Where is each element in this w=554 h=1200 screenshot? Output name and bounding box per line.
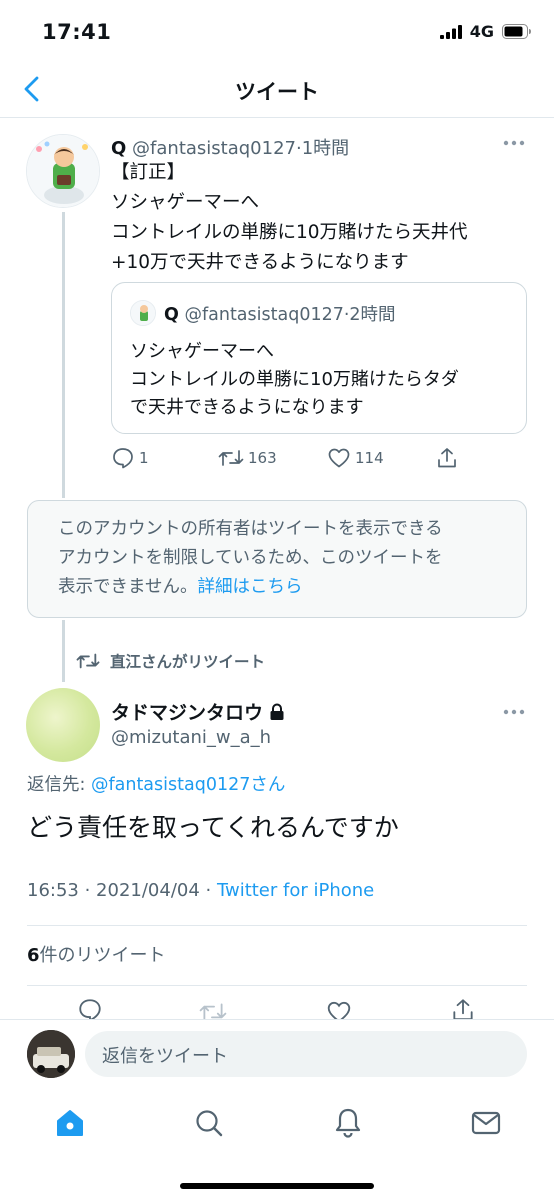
user-handle[interactable]: @fantasistaq0127 (132, 138, 296, 159)
quoted-line: で天井できるようになります (130, 397, 364, 418)
more-options-icon[interactable] (503, 139, 525, 147)
main-tweet-text: どう責任を取ってくれるんですか (27, 813, 399, 842)
divider (27, 925, 527, 926)
notice-line: 表示できません。 (58, 577, 198, 597)
like-count: 114 (355, 449, 384, 467)
tweet-line: ソシャゲーマーへ (111, 192, 260, 213)
share-icon[interactable] (435, 446, 459, 470)
more-options-icon[interactable] (503, 708, 525, 716)
quoted-line: コントレイルの単勝に10万賭けたらタダ (130, 369, 459, 390)
page-title: ツイート (235, 80, 319, 104)
retweet-stat-count: 6 (27, 945, 40, 966)
avatar-illustration (27, 1030, 75, 1078)
heart-icon[interactable] (326, 999, 352, 1019)
reply-icon (113, 448, 133, 469)
thread-line (62, 620, 65, 682)
avatar[interactable] (26, 688, 100, 762)
home-icon[interactable] (55, 1108, 85, 1138)
notice-line: このアカウントの所有者はツイートを表示できる (58, 519, 443, 539)
retweet-count: 163 (248, 449, 277, 467)
notice-line: アカウントを制限しているため、このツイートを (58, 548, 443, 568)
retweet-icon (76, 653, 100, 669)
quoted-handle: @fantasistaq0127 (184, 305, 344, 325)
reply-button[interactable]: 1 (111, 446, 149, 470)
messages-mail-icon[interactable] (471, 1109, 501, 1137)
quoted-tweet[interactable]: Q @fantasistaq0127·2時間 ソシャゲーマーへ コントレイルの単… (111, 282, 527, 434)
my-avatar[interactable] (27, 1030, 75, 1078)
retweeted-by-label: 直江さんがリツイート (110, 653, 266, 671)
retweet-stat-label: 件のリツイート (39, 945, 166, 966)
status-time: 17:41 (42, 20, 112, 44)
tweet-meta: 16:53 · 2021/04/04 · Twitter for iPhone (27, 880, 374, 901)
tweet-source-link[interactable]: Twitter for iPhone (217, 880, 374, 901)
search-icon[interactable] (194, 1108, 224, 1138)
user-handle[interactable]: @mizutani_w_a_h (111, 727, 271, 748)
tweet-line: +10万で天井できるようになります (111, 252, 409, 273)
reply-icon[interactable] (77, 997, 103, 1019)
signal-icon (439, 24, 462, 39)
battery-icon (502, 24, 531, 39)
reply-input[interactable]: 返信をツイート (85, 1031, 527, 1077)
status-indicators: 4G (439, 22, 532, 41)
home-indicator (180, 1183, 374, 1189)
quoted-header: Q @fantasistaq0127·2時間 (164, 301, 396, 326)
main-tweet-name-row: タドマジンタロウ (111, 698, 285, 725)
tweet-line: 【訂正】 (111, 162, 186, 183)
quoted-line: ソシャゲーマーへ (130, 341, 274, 362)
quoted-time: ·2時間 (343, 305, 396, 325)
lock-icon (270, 703, 284, 720)
avatar[interactable] (26, 134, 100, 208)
retweet-icon (199, 1003, 227, 1019)
tweet-line: コントレイルの単勝に10万賭けたら天井代 (111, 222, 468, 243)
quoted-display-name: Q (164, 305, 179, 325)
tweet-date: 16:53 · 2021/04/04 · (27, 880, 217, 901)
tweet-text: 【訂正】 ソシャゲーマーへ コントレイルの単勝に10万賭けたら天井代 +10万で… (111, 158, 527, 278)
display-name[interactable]: タドマジンタロウ (111, 698, 263, 725)
nav-header: ツイート (0, 64, 554, 118)
reply-count: 1 (139, 449, 149, 467)
main-tweet-actions (0, 995, 554, 1019)
retweet-icon (218, 450, 244, 466)
reply-to-link[interactable]: @fantasistaq0127さん (91, 775, 285, 795)
reply-prefix: 返信先: (27, 775, 91, 795)
share-icon[interactable] (450, 997, 476, 1019)
quoted-avatar (130, 300, 156, 326)
retweet-stats[interactable]: 6件のリツイート (27, 941, 166, 967)
tweet-header: Q @fantasistaq0127·1時間 (111, 134, 349, 160)
status-bar: 17:41 4G (0, 0, 554, 64)
learn-more-link[interactable]: 詳細はこちら (197, 577, 302, 597)
retweet-button[interactable]: 163 (218, 446, 277, 470)
tweet-time: ·1時間 (296, 138, 350, 159)
heart-icon (328, 448, 350, 468)
unavailable-tweet-notice: このアカウントの所有者はツイートを表示できる アカウントを制限しているため、この… (27, 500, 527, 618)
avatar-illustration (27, 135, 99, 207)
thread-line (62, 212, 65, 498)
like-button[interactable]: 114 (327, 446, 384, 470)
divider (27, 985, 527, 986)
reply-context: 返信先: @fantasistaq0127さん (27, 771, 285, 796)
notifications-bell-icon[interactable] (333, 1107, 363, 1139)
retweeted-by: 直江さんがリツイート (76, 650, 265, 672)
quoted-text: ソシャゲーマーへ コントレイルの単勝に10万賭けたらタダ で天井できるようになり… (130, 338, 520, 422)
display-name[interactable]: Q (111, 138, 126, 159)
reply-composer: 返信をツイート (0, 1019, 554, 1091)
network-label: 4G (469, 22, 494, 41)
